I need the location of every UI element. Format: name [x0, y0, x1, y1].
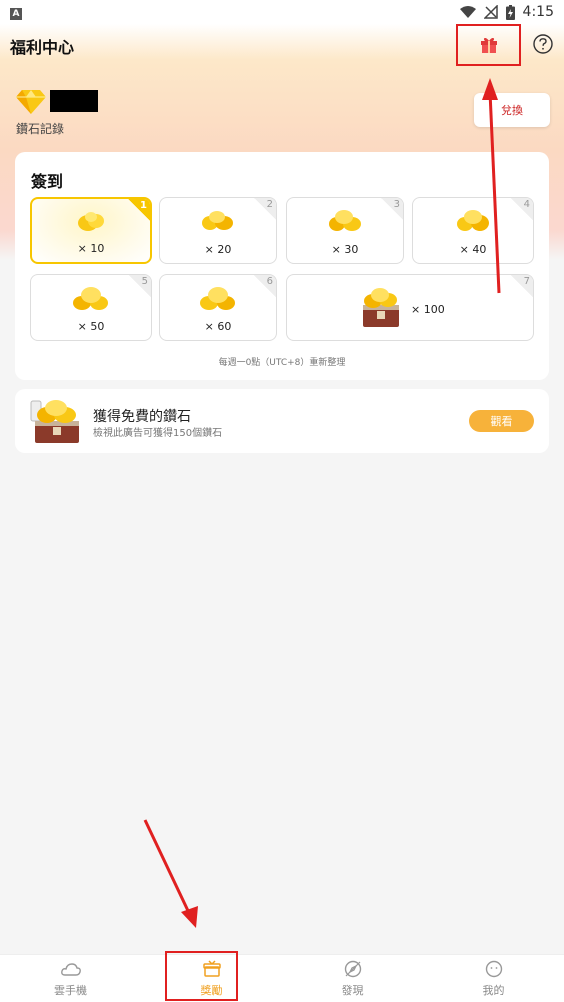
day-number: 7: [523, 276, 530, 287]
clock: 4:15: [522, 4, 554, 20]
diamond-balance: 鑽石記錄: [16, 88, 98, 137]
status-bar: A 4:15: [0, 0, 564, 24]
ad-subtitle: 檢視此廣告可獲得150個鑽石: [93, 428, 223, 439]
day-reward-amount: × 100: [411, 303, 445, 316]
diamond-count-redacted: [50, 90, 98, 112]
checkin-day-7[interactable]: 7 × 100: [286, 274, 534, 341]
day-reward-amount: × 40: [459, 243, 487, 256]
tab-cloud-phone[interactable]: 雲手機: [0, 955, 141, 1002]
day-number: 6: [266, 276, 273, 287]
profile-icon: [485, 960, 502, 978]
status-left: A: [10, 5, 22, 20]
checkin-title: 簽到: [31, 172, 64, 191]
checkin-day-6[interactable]: 6 × 60: [159, 274, 277, 341]
tab-discover[interactable]: 發現: [282, 955, 423, 1002]
compass-icon: [344, 960, 361, 978]
page-title: 福利中心: [10, 38, 75, 57]
watch-ad-button[interactable]: 觀看: [469, 410, 534, 432]
checkin-day-5[interactable]: 5 × 50: [30, 274, 152, 341]
day-number: 1: [140, 200, 147, 211]
tab-label: 雲手機: [54, 984, 87, 997]
diamond-row: [16, 88, 98, 114]
notification-app-icon: A: [10, 7, 22, 20]
reset-note: 每週一0點（UTC+8）重新整理: [218, 358, 346, 368]
treasure-chest-icon: [363, 288, 399, 327]
gold-nugget-icon: [78, 212, 104, 231]
cloud-phone-icon: [60, 963, 81, 976]
annotation-highlight-rewards-tab: [165, 951, 238, 1001]
day-reward-amount: × 20: [204, 243, 232, 256]
gift-icon: [480, 37, 497, 53]
diamond-record-link[interactable]: 鑽石記錄: [16, 120, 98, 137]
tab-profile[interactable]: 我的: [423, 955, 564, 1002]
gift-button[interactable]: [456, 24, 521, 66]
day-reward-amount: × 30: [331, 243, 359, 256]
checkin-day-3[interactable]: 3 × 30: [286, 197, 404, 264]
checkin-card: 簽到 1 × 10 2 × 20 3 × 30 4 × 40 5 × 50 6 …: [15, 152, 549, 380]
tab-label: 發現: [341, 984, 364, 997]
wifi-icon: [459, 6, 476, 18]
tab-label: 我的: [482, 984, 505, 997]
ad-reward-card: 獲得免費的鑽石 檢視此廣告可獲得150個鑽石 觀看: [15, 389, 549, 453]
status-right: 4:15: [459, 4, 554, 20]
checkin-day-1[interactable]: 1 × 10: [30, 197, 152, 264]
gold-nugget-icon: [200, 287, 235, 310]
day-reward-amount: × 50: [77, 320, 105, 333]
day-reward-amount: × 60: [204, 320, 232, 333]
day-number: 4: [523, 199, 530, 210]
gold-nugget-icon: [202, 211, 233, 230]
ad-title: 獲得免費的鑽石: [93, 409, 191, 425]
help-icon[interactable]: [532, 33, 554, 55]
diamond-icon: [16, 90, 46, 114]
bottom-tab-bar: 雲手機 獎勵 發現 我的: [0, 954, 564, 1002]
treasure-chest-icon: [30, 400, 79, 443]
gold-nugget-icon: [73, 287, 108, 310]
no-signal-icon: [483, 5, 498, 19]
day-number: 2: [266, 199, 273, 210]
gold-nugget-icon: [457, 210, 489, 231]
day-number: 3: [393, 199, 400, 210]
checkin-day-2[interactable]: 2 × 20: [159, 197, 277, 264]
day-reward-amount: × 10: [77, 242, 105, 255]
day-number: 5: [141, 276, 148, 287]
checkin-day-4[interactable]: 4 × 40: [412, 197, 534, 264]
gold-nugget-icon: [329, 210, 361, 231]
exchange-button[interactable]: 兌換: [474, 93, 550, 127]
battery-charging-icon: [505, 4, 515, 20]
